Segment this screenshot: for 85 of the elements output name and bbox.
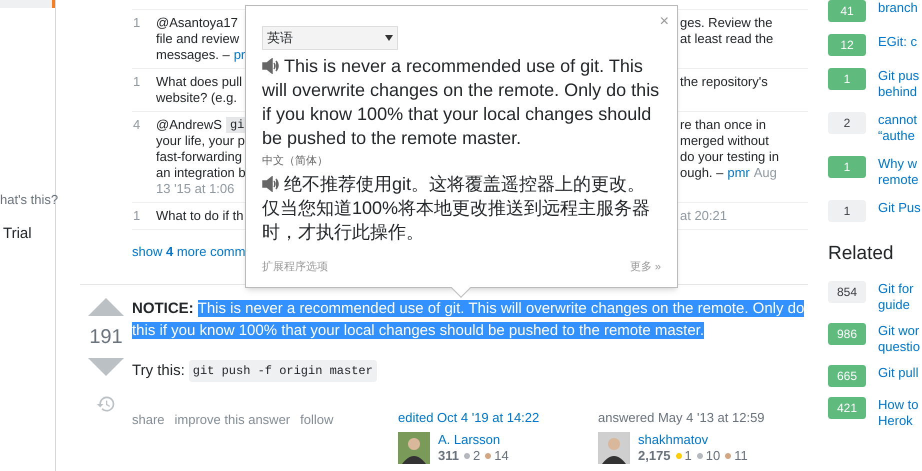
comment-text: an integration b (156, 165, 246, 181)
speaker-icon[interactable] (262, 58, 280, 74)
comment-text: your life, your p (156, 133, 245, 149)
try-label: Try this: (132, 360, 185, 380)
question-link[interactable]: Herok (878, 412, 918, 428)
question-link[interactable]: remote (878, 172, 918, 188)
speaker-icon[interactable] (262, 176, 280, 192)
notice-paragraph: NOTICE: This is never a recommended use of git. This will overwrite changes on the remote. Only do this if you know 100% that your local changes should be pushed to the remote master. (132, 298, 806, 340)
dropdown-arrow-icon (385, 35, 393, 41)
user-link[interactable]: pmr (727, 165, 750, 181)
comment-score: 4 (132, 117, 142, 134)
comment-text: at least read the (680, 31, 774, 47)
related-heading: Related (828, 242, 894, 266)
answered-date: answered May 4 '13 at 12:59 (598, 409, 766, 427)
badge-count: 10 (706, 448, 720, 464)
user-name-link[interactable]: A. Larsson (438, 432, 509, 448)
edited-link[interactable]: edited Oct 4 '19 at 14:22 (398, 408, 598, 428)
question-link[interactable]: Why w (878, 156, 918, 172)
user-link[interactable]: pr (234, 47, 246, 63)
close-button[interactable]: × (660, 10, 669, 34)
question-link[interactable]: EGit: c (878, 34, 918, 50)
question-link[interactable]: Git pus (878, 68, 920, 84)
language-select[interactable]: 英语 (262, 26, 398, 50)
avatar[interactable] (598, 432, 630, 464)
extension-options-link[interactable]: 扩展程序选项 (262, 258, 328, 275)
question-link[interactable]: Git for (878, 280, 914, 296)
question-link[interactable]: guide (878, 296, 914, 312)
comment-text: ges. Review the (680, 15, 772, 31)
comment-score: 1 (132, 74, 142, 91)
comment-text: re than once in (680, 117, 766, 133)
comment-text: fast-forwarding (156, 149, 242, 165)
score-badge: 1 (828, 68, 866, 90)
comment-text: What does pull (156, 74, 242, 90)
comment-score: 1 (132, 15, 142, 32)
score-badge: 1 (828, 156, 866, 178)
more-link[interactable]: 更多 » (630, 258, 661, 275)
score-badge: 2 (828, 112, 866, 134)
comment-score: 1 (132, 208, 142, 224)
score-badge: 854 (828, 280, 866, 302)
comment-text: What to do if th (156, 208, 244, 224)
comment-text: messages. – (156, 47, 230, 63)
badge-count: 11 (734, 448, 748, 464)
comment-text: file and review (156, 31, 240, 47)
comment-date: 13 '15 at 1:06 (156, 181, 234, 197)
question-link[interactable]: questio (878, 338, 920, 354)
vote-count: 191 (89, 324, 123, 350)
sidebar-link[interactable]: Trial (3, 222, 55, 245)
score-badge: 665 (828, 364, 866, 386)
comment-text: merged without (680, 133, 769, 149)
badge-count: 1 (684, 448, 692, 464)
question-link[interactable]: How to (878, 396, 918, 412)
score-badge: 12 (828, 34, 866, 56)
post-menu-link[interactable]: share (132, 410, 165, 464)
reputation: 2,175 (638, 448, 671, 464)
comment-text: the repository's (680, 74, 768, 90)
score-badge: 41 (828, 0, 866, 22)
show-more-comments-link[interactable]: show 4 more comm (132, 244, 246, 259)
user-name-link[interactable]: shakhmatov (638, 432, 748, 448)
score-badge: 421 (828, 396, 866, 418)
comment-text: @AndrewS (156, 117, 222, 133)
question-link[interactable]: cannot (878, 112, 918, 128)
source-text: This is never a recommended use of git. This will overwrite changes on the remote. Only do this if you know 100% that your local changes should be pushed to the remote master. (262, 55, 660, 150)
score-badge: 986 (828, 322, 866, 344)
comment-text: do your testing in (680, 149, 780, 165)
post-menu-link[interactable]: improve this answer (174, 410, 290, 464)
target-language-label: 中文（简体） (262, 154, 329, 169)
question-link[interactable]: branch (878, 0, 918, 16)
badge-count: 2 (472, 448, 480, 464)
translated-text: 绝不推荐使用git。这将覆盖遥控器上的更改。仅当您知道100%将本地更改推送到远程主服务器时，才执行此操作。 (262, 172, 652, 244)
post-menu-link[interactable]: follow (300, 410, 334, 464)
question-link[interactable]: Git Pus (878, 200, 921, 216)
code-snippet: git push -f origin master (188, 360, 377, 382)
score-badge: 1 (828, 200, 866, 222)
question-link[interactable]: Git pull (878, 364, 918, 380)
question-link[interactable]: Git wor (878, 322, 920, 338)
badge-count: 14 (494, 448, 509, 464)
reputation: 311 (438, 448, 459, 464)
question-link[interactable]: behind (878, 84, 920, 100)
comment-text: ough. – (680, 165, 724, 181)
comment-text: @Asantoya17 (156, 15, 238, 31)
comment-date: at 20:21 (680, 208, 727, 224)
question-link[interactable]: “authe (878, 128, 918, 144)
comment-date: Aug (754, 165, 777, 181)
avatar[interactable] (398, 432, 430, 464)
comment-text: website? (e.g. (156, 90, 237, 106)
